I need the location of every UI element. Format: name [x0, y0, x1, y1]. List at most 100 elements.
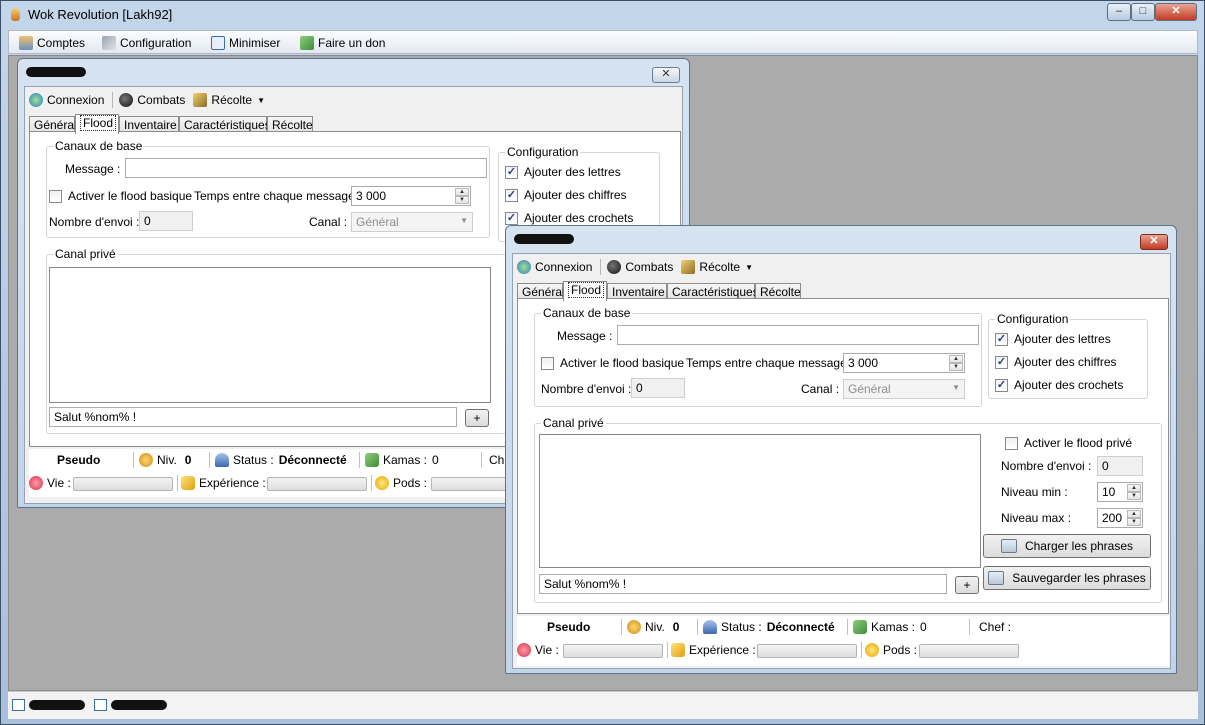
- message-input[interactable]: [617, 325, 979, 345]
- checkbox-box[interactable]: [541, 356, 554, 370]
- ajouter-chiffres-checkbox[interactable]: ✓ Ajouter des chiffres: [505, 188, 627, 202]
- niv-label: Niv.: [645, 620, 665, 634]
- save-file-icon: [988, 571, 1005, 585]
- ajouter-lettres-checkbox[interactable]: ✓ Ajouter des lettres: [505, 165, 621, 179]
- recolte-button[interactable]: Récolte ▼: [681, 260, 753, 274]
- status-value: Déconnecté: [278, 453, 347, 467]
- niveau-max-stepper[interactable]: 200 ▲ ▼: [1097, 508, 1143, 528]
- checkbox-box[interactable]: ✓: [505, 211, 518, 225]
- nombre-envoi-value: 0: [144, 214, 151, 228]
- child-window-front[interactable]: ✕ Connexion Combats Récolte ▼ Général Flo…: [505, 225, 1177, 674]
- menu-comptes[interactable]: Comptes: [19, 34, 85, 52]
- spin-down-icon[interactable]: ▼: [949, 363, 963, 371]
- checkbox-box[interactable]: ✓: [995, 378, 1008, 392]
- connexion-button[interactable]: Connexion: [517, 260, 592, 274]
- canal-prive-textarea[interactable]: [49, 267, 491, 403]
- tab-flood[interactable]: Flood: [75, 114, 119, 134]
- experience-status: Expérience :: [181, 476, 266, 490]
- spin-up-icon[interactable]: ▲: [455, 188, 469, 196]
- status-separator: [697, 619, 698, 635]
- charger-phrases-button[interactable]: Charger les phrases: [983, 534, 1151, 558]
- tab-flood[interactable]: Flood: [563, 281, 607, 301]
- spin-up-icon[interactable]: ▲: [949, 355, 963, 363]
- menu-minimiser[interactable]: Minimiser: [211, 34, 280, 52]
- spin-up-icon[interactable]: ▲: [1127, 484, 1141, 492]
- temps-stepper[interactable]: 3 000 ▲ ▼: [843, 353, 965, 373]
- niv-label: Niv.: [157, 453, 177, 467]
- combats-button[interactable]: Combats: [119, 93, 185, 107]
- ajouter-chiffres-checkbox[interactable]: ✓ Ajouter des chiffres: [995, 355, 1117, 369]
- temps-stepper[interactable]: 3 000 ▲ ▼: [351, 186, 471, 206]
- minimize-button[interactable]: –: [1107, 3, 1131, 21]
- ajouter-crochets-checkbox[interactable]: ✓ Ajouter des crochets: [995, 378, 1123, 392]
- activer-flood-prive-checkbox[interactable]: Activer le flood privé: [1005, 436, 1132, 450]
- bomb-icon: [607, 260, 622, 274]
- vie-progress: [563, 644, 663, 658]
- sauvegarder-phrases-button[interactable]: Sauvegarder les phrases: [983, 566, 1151, 590]
- canal-value: Général: [848, 382, 891, 396]
- connexion-button[interactable]: Connexion: [29, 93, 104, 107]
- add-button[interactable]: +: [955, 576, 979, 594]
- niveau-min-stepper[interactable]: 10 ▲ ▼: [1097, 482, 1143, 502]
- checkbox-box[interactable]: [1005, 436, 1018, 450]
- ajouter-crochets-label: Ajouter des crochets: [524, 211, 634, 225]
- ajouter-crochets-checkbox[interactable]: ✓ Ajouter des crochets: [505, 211, 633, 225]
- spin-down-icon[interactable]: ▼: [1127, 518, 1141, 526]
- activer-flood-prive-label: Activer le flood privé: [1024, 436, 1133, 450]
- chevron-down-icon: ▼: [257, 95, 266, 105]
- canal-value: Général: [356, 215, 399, 229]
- canal-select[interactable]: Général ▼: [351, 212, 473, 232]
- child-close-button[interactable]: ✕: [1140, 234, 1168, 250]
- maximize-button[interactable]: □: [1131, 3, 1155, 21]
- menu-faire-un-don[interactable]: Faire un don: [300, 34, 385, 52]
- canaux-de-base-group: Canaux de base Message : Activer le floo…: [534, 306, 982, 407]
- status-separator: [209, 452, 210, 468]
- app-titlebar[interactable]: Wok Revolution [Lakh92] – □ ✕: [1, 1, 1204, 29]
- temps-value: 3 000: [356, 189, 387, 203]
- prive-message-value: Salut %nom% !: [544, 577, 627, 591]
- ajouter-lettres-checkbox[interactable]: ✓ Ajouter des lettres: [995, 332, 1111, 346]
- toolbar-separator: [600, 259, 602, 275]
- vie-status: Vie :: [517, 643, 559, 657]
- user-icon: [215, 453, 229, 467]
- spin-up-icon[interactable]: ▲: [1127, 510, 1141, 518]
- pods-status: Pods :: [375, 476, 427, 490]
- prive-message-input[interactable]: Salut %nom% !: [49, 407, 457, 427]
- prive-nombre-envoi-value: 0: [1102, 459, 1109, 473]
- tab-general-label: Général: [522, 285, 565, 299]
- message-label: Message :: [557, 329, 613, 343]
- lightning-icon: [671, 643, 685, 657]
- prive-message-input[interactable]: Salut %nom% !: [539, 574, 947, 594]
- activer-flood-basique-checkbox[interactable]: Activer le flood basique: [49, 189, 192, 203]
- recolte-button[interactable]: Récolte ▼: [193, 93, 265, 107]
- prive-nombre-envoi-field: 0: [1097, 456, 1143, 476]
- close-button[interactable]: ✕: [1155, 3, 1197, 21]
- tab-recolte-label: Récolte: [760, 285, 801, 299]
- checkbox-box[interactable]: [49, 189, 62, 203]
- add-button[interactable]: +: [465, 409, 489, 427]
- nombre-envoi-label: Nombre d'envoi :: [49, 215, 140, 229]
- combats-button[interactable]: Combats: [607, 260, 673, 274]
- experience-status: Expérience :: [671, 643, 756, 657]
- checkbox-box[interactable]: ✓: [995, 332, 1008, 346]
- task-item-1[interactable]: [12, 699, 85, 711]
- status-label: Status :: [721, 620, 762, 634]
- connection-status: Status : Déconnecté: [215, 453, 347, 467]
- task-item-2[interactable]: [94, 699, 167, 711]
- spin-down-icon[interactable]: ▼: [1127, 492, 1141, 500]
- message-input[interactable]: [125, 158, 487, 178]
- status-separator: [861, 642, 862, 658]
- checkbox-box[interactable]: ✓: [505, 188, 518, 202]
- niveau-status: Niv. 0: [627, 620, 679, 634]
- status-separator: [847, 619, 848, 635]
- kamas-value: 0: [432, 453, 439, 467]
- menu-configuration[interactable]: Configuration: [102, 34, 191, 52]
- checkbox-box[interactable]: ✓: [995, 355, 1008, 369]
- spin-down-icon[interactable]: ▼: [455, 196, 469, 204]
- canal-select[interactable]: Général ▼: [843, 379, 965, 399]
- checkbox-box[interactable]: ✓: [505, 165, 518, 179]
- child-close-button[interactable]: ✕: [652, 67, 680, 83]
- activer-flood-basique-checkbox[interactable]: Activer le flood basique: [541, 356, 684, 370]
- canal-prive-textarea[interactable]: [539, 434, 981, 568]
- tab-inventaire-label: Inventaire: [124, 118, 177, 132]
